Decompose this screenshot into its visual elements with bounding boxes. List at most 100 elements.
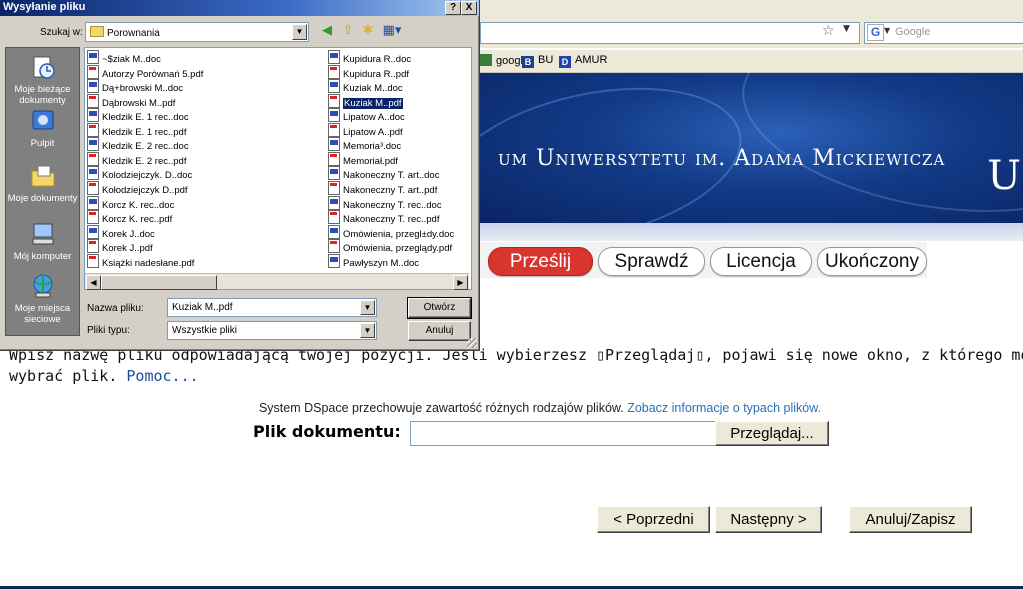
word-document-icon — [87, 166, 99, 181]
help-icon[interactable]: ? — [445, 1, 461, 15]
address-dropdown-icon[interactable]: ▼ — [843, 24, 850, 34]
back-icon[interactable]: ◀ — [319, 23, 335, 39]
file-item[interactable]: Nakoneczny T. art..pdf — [328, 180, 437, 196]
recent-documents-icon — [33, 56, 55, 79]
previous-button[interactable]: < Poprzedni — [597, 506, 710, 533]
file-item[interactable]: Kledzik E. 1 rec..pdf — [87, 122, 187, 138]
scroll-left-icon[interactable]: ◀ — [86, 275, 101, 290]
word-document-icon — [87, 50, 99, 64]
file-item[interactable]: Kledzik E. 1 rec..doc — [87, 108, 189, 123]
banner-title: um Uniwersytetu im. Adama Mickiewicza — [498, 146, 946, 171]
bookmark-icon — [480, 54, 492, 66]
pdf-file-icon — [328, 180, 340, 195]
file-item[interactable]: Kupidura R..doc — [328, 50, 411, 65]
banner-stripe — [480, 223, 1023, 241]
scroll-thumb[interactable] — [101, 275, 217, 290]
google-search-icon[interactable]: G — [867, 24, 884, 41]
file-item[interactable]: Kolodziejczyk. D..doc — [87, 166, 192, 181]
file-name: Omówienia, przeglądy.pdf — [343, 243, 453, 255]
file-item[interactable]: Omówienia, przeglądy.pdf — [328, 239, 453, 255]
word-document-icon — [328, 224, 340, 239]
address-bar[interactable] — [480, 22, 860, 44]
file-item[interactable]: Kledzik E. 2 rec..pdf — [87, 151, 186, 167]
file-item[interactable]: Nakoneczny T. art..doc — [328, 166, 440, 182]
scroll-right-icon[interactable]: ▶ — [453, 275, 468, 290]
file-item[interactable]: Korcz K. rec..pdf — [87, 210, 172, 225]
file-item[interactable]: Lipatow A..doc — [328, 108, 405, 123]
view-menu-icon[interactable]: ▦▾ — [381, 23, 403, 39]
cancel-save-button[interactable]: Anuluj/Zapisz — [849, 506, 972, 533]
file-label: Plik dokumentu: — [253, 422, 401, 441]
resize-grip[interactable] — [467, 338, 477, 348]
chevron-down-icon[interactable]: ▼ — [360, 300, 375, 315]
file-name: Kuziak M..doc — [343, 83, 403, 95]
open-button[interactable]: Otwórz — [407, 297, 472, 319]
dialog-titlebar[interactable]: Wysyłanie pliku ? X — [0, 0, 479, 16]
pdf-file-icon — [87, 180, 99, 195]
file-item[interactable]: Nakoneczny T. rec..doc — [328, 195, 442, 211]
next-button[interactable]: Następny > — [715, 506, 822, 533]
desktop-icon — [32, 110, 53, 130]
new-folder-icon[interactable]: ✱ — [360, 23, 376, 39]
file-item[interactable]: Kołodziejczyk D..pdf — [87, 180, 188, 196]
help-link[interactable]: Pomoc... — [126, 367, 198, 385]
file-name: Nakoneczny T. art..doc — [343, 170, 440, 182]
step-sprawdz[interactable]: Sprawdź — [598, 247, 705, 276]
file-item[interactable]: Memoriał.pdf — [328, 151, 398, 167]
file-item[interactable]: Omówienia, przegl±dy.doc — [328, 224, 454, 240]
file-item[interactable]: ~$ziak M..doc — [87, 50, 161, 65]
filetype-select[interactable]: Wszystkie pliki ▼ — [167, 321, 377, 340]
place-my-computer[interactable]: Mój komputer — [6, 221, 79, 262]
file-name: Dą+browski M..doc — [102, 83, 184, 95]
bookmark-star-icon[interactable]: ☆ — [822, 23, 835, 39]
file-item[interactable]: Autorzy Porównań 5.pdf — [87, 64, 203, 80]
file-item[interactable]: Dą+browski M..doc — [87, 79, 184, 95]
chevron-down-icon[interactable]: ▼ — [360, 323, 375, 338]
bookmark-amur[interactable]: D AMUR — [559, 54, 607, 68]
file-types-link[interactable]: Zobacz informacje o typach plików. — [627, 401, 821, 415]
place-my-documents[interactable]: Moje dokumenty — [6, 163, 79, 204]
file-item[interactable]: Korek J..doc — [87, 224, 155, 240]
word-document-icon — [328, 50, 340, 64]
file-item[interactable]: Korcz K. rec..doc — [87, 195, 174, 211]
chevron-down-icon[interactable]: ▼ — [292, 24, 307, 40]
browse-button[interactable]: Przeglądaj... — [715, 421, 829, 446]
place-desktop[interactable]: Pulpit — [6, 108, 79, 149]
dialog-cancel-button[interactable]: Anuluj — [408, 321, 471, 341]
file-item[interactable]: Kledzik E. 2 rec..doc — [87, 137, 189, 152]
file-list[interactable]: ~$ziak M..doc Autorzy Porównań 5.pdf Dą+br… — [84, 47, 472, 290]
search-engine-dropdown-icon[interactable]: ▼ — [884, 26, 890, 35]
place-network[interactable]: Moje miejsca sieciowe — [6, 273, 79, 325]
file-path-input[interactable] — [410, 421, 717, 446]
file-item[interactable]: Pawłyszyn M..doc — [328, 253, 420, 269]
file-upload-dialog: Wysyłanie pliku ? X Szukaj w: Porownania… — [0, 0, 480, 351]
place-recent[interactable]: Moje bieżące dokumenty — [6, 54, 79, 106]
file-item[interactable]: Kupidura R..pdf — [328, 64, 409, 80]
search-box[interactable]: G ▼ Google — [864, 22, 1023, 44]
file-item[interactable]: Kuziak M..pdf — [328, 93, 403, 109]
file-item[interactable]: Dąbrowski M..pdf — [87, 93, 175, 109]
step-przeslij[interactable]: Prześlij — [488, 247, 593, 276]
file-item[interactable]: Książki nadesłane.pdf — [87, 253, 194, 269]
horizontal-scrollbar[interactable]: ◀ ▶ — [85, 273, 469, 290]
submission-steps: Prześlij Sprawdź Licencja Ukończony — [480, 242, 927, 278]
file-item[interactable]: Lipatow A..pdf — [328, 122, 403, 138]
look-in-select[interactable]: Porownania ▼ — [85, 22, 309, 42]
pdf-file-icon — [328, 122, 340, 137]
bu-icon: B — [522, 56, 534, 68]
file-item[interactable]: Korek J..pdf — [87, 239, 153, 254]
bookmark-bu[interactable]: B BU — [522, 54, 553, 68]
file-item[interactable]: Kuziak M..doc — [328, 79, 403, 95]
word-document-icon — [87, 108, 99, 123]
step-licencja[interactable]: Licencja — [710, 247, 812, 276]
file-item[interactable]: Nakoneczny T. rec..pdf — [328, 210, 439, 225]
file-name: Pawłyszyn M..doc — [343, 257, 420, 269]
file-name: Kuziak M..pdf — [343, 97, 403, 109]
close-icon[interactable]: X — [461, 1, 477, 15]
file-item[interactable]: Memoria³.doc — [328, 137, 401, 152]
filename-input[interactable]: Kuziak M..pdf ▼ — [167, 298, 377, 317]
up-folder-icon[interactable]: ⇧ — [340, 23, 356, 39]
file-name: Kledzik E. 1 rec..pdf — [102, 126, 187, 138]
step-ukonczony[interactable]: Ukończony — [817, 247, 927, 276]
word-document-icon — [87, 195, 99, 210]
